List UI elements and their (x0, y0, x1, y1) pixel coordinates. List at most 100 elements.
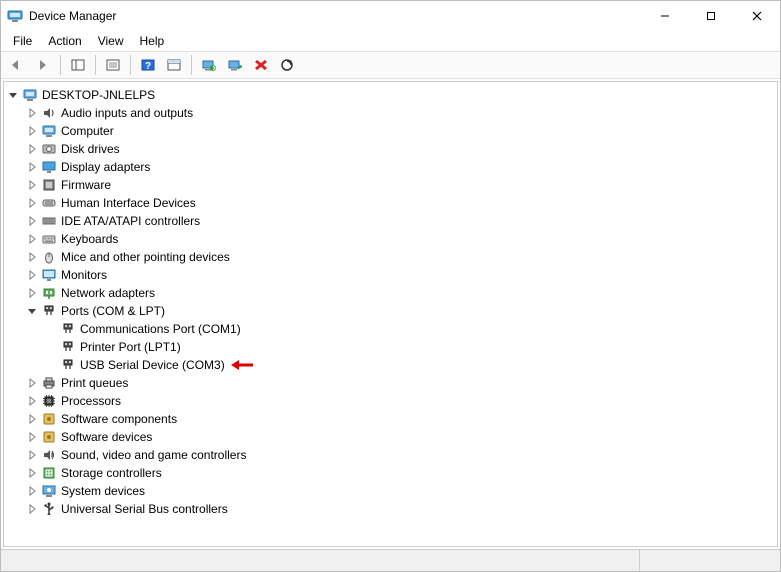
tree-item[interactable]: Ports (COM & LPT) (23, 302, 777, 320)
tree-item-label: Sound, video and game controllers (61, 448, 246, 462)
menu-action[interactable]: Action (40, 33, 89, 49)
action-bar-button[interactable] (162, 53, 186, 77)
tree-item[interactable]: Printer Port (LPT1) (42, 338, 777, 356)
firmware-icon (41, 177, 57, 193)
update-driver-button[interactable] (197, 53, 221, 77)
software-icon (41, 411, 57, 427)
software-icon (41, 429, 57, 445)
chevron-right-icon[interactable] (25, 412, 39, 426)
app-icon (7, 8, 23, 24)
svg-text:?: ? (145, 61, 151, 72)
menu-view[interactable]: View (90, 33, 132, 49)
forward-button[interactable] (31, 53, 55, 77)
tree-item[interactable]: Audio inputs and outputs (23, 104, 777, 122)
tree-item-label: Human Interface Devices (61, 196, 196, 210)
chevron-right-icon[interactable] (25, 286, 39, 300)
chevron-right-icon[interactable] (25, 160, 39, 174)
disable-device-button[interactable] (249, 53, 273, 77)
tree-item[interactable]: Firmware (23, 176, 777, 194)
chevron-right-icon[interactable] (25, 394, 39, 408)
tree-item[interactable]: Print queues (23, 374, 777, 392)
port-icon (41, 303, 57, 319)
tree-item[interactable]: Communications Port (COM1) (42, 320, 777, 338)
toolbar-separator (60, 55, 61, 75)
tree-item[interactable]: Software components (23, 410, 777, 428)
tree-item-label: Computer (61, 124, 114, 138)
display-icon (41, 159, 57, 175)
printer-icon (41, 375, 57, 391)
toolbar-separator (95, 55, 96, 75)
tree-item-label: Print queues (61, 376, 128, 390)
close-button[interactable] (734, 1, 780, 31)
tree-item[interactable]: Computer (23, 122, 777, 140)
uninstall-device-button[interactable] (223, 53, 247, 77)
tree-item[interactable]: Monitors (23, 266, 777, 284)
tree-item-label: Storage controllers (61, 466, 162, 480)
scan-hardware-button[interactable] (275, 53, 299, 77)
port-icon (60, 339, 76, 355)
chevron-right-icon[interactable] (25, 214, 39, 228)
tree-item[interactable]: Disk drives (23, 140, 777, 158)
port-icon (60, 321, 76, 337)
tree-item[interactable]: Processors (23, 392, 777, 410)
help-button[interactable]: ? (136, 53, 160, 77)
tree-item-label: Firmware (61, 178, 111, 192)
tree-item-label: Audio inputs and outputs (61, 106, 193, 120)
menubar: File Action View Help (1, 31, 780, 51)
chevron-down-icon[interactable] (25, 304, 39, 318)
keyboard-icon (41, 231, 57, 247)
cpu-icon (41, 393, 57, 409)
tree-item-label: Monitors (61, 268, 107, 282)
usb-icon (41, 501, 57, 517)
tree-item[interactable]: Mice and other pointing devices (23, 248, 777, 266)
minimize-button[interactable] (642, 1, 688, 31)
computer-icon (41, 123, 57, 139)
chevron-right-icon[interactable] (25, 466, 39, 480)
menu-help[interactable]: Help (132, 33, 173, 49)
chevron-right-icon[interactable] (25, 376, 39, 390)
tree-item-label: Printer Port (LPT1) (80, 340, 181, 354)
tree-item[interactable]: Keyboards (23, 230, 777, 248)
tree-item[interactable]: IDE ATA/ATAPI controllers (23, 212, 777, 230)
tree-item[interactable]: Software devices (23, 428, 777, 446)
chevron-right-icon[interactable] (25, 268, 39, 282)
tree-item[interactable]: Human Interface Devices (23, 194, 777, 212)
tree-item-label: Communications Port (COM1) (80, 322, 241, 336)
properties-button[interactable] (101, 53, 125, 77)
port-icon (60, 357, 76, 373)
chevron-right-icon[interactable] (25, 250, 39, 264)
show-hide-tree-button[interactable] (66, 53, 90, 77)
mouse-icon (41, 249, 57, 265)
tree-item[interactable]: Network adapters (23, 284, 777, 302)
chevron-right-icon[interactable] (25, 142, 39, 156)
hid-icon (41, 195, 57, 211)
chevron-down-icon[interactable] (6, 88, 20, 102)
chevron-right-icon[interactable] (25, 448, 39, 462)
tree-item-label: Network adapters (61, 286, 155, 300)
tree-item-label: Universal Serial Bus controllers (61, 502, 228, 516)
chevron-right-icon[interactable] (25, 484, 39, 498)
chevron-right-icon[interactable] (25, 178, 39, 192)
tree-item-label: Mice and other pointing devices (61, 250, 230, 264)
tree-item-label: Disk drives (61, 142, 120, 156)
tree-item[interactable]: USB Serial Device (COM3) (42, 356, 777, 374)
chevron-right-icon[interactable] (25, 124, 39, 138)
tree-item[interactable]: Storage controllers (23, 464, 777, 482)
disk-icon (41, 141, 57, 157)
maximize-button[interactable] (688, 1, 734, 31)
menu-file[interactable]: File (5, 33, 40, 49)
chevron-right-icon[interactable] (25, 196, 39, 210)
tree-item[interactable]: Display adapters (23, 158, 777, 176)
device-tree[interactable]: DESKTOP-JNLELPS Audio inputs and outputs C… (3, 81, 778, 547)
chevron-right-icon[interactable] (25, 430, 39, 444)
chevron-right-icon[interactable] (25, 502, 39, 516)
tree-item[interactable]: System devices (23, 482, 777, 500)
tree-item[interactable]: Universal Serial Bus controllers (23, 500, 777, 518)
back-button[interactable] (5, 53, 29, 77)
toolbar-separator (130, 55, 131, 75)
system-icon (41, 483, 57, 499)
chevron-right-icon[interactable] (25, 232, 39, 246)
chevron-right-icon[interactable] (25, 106, 39, 120)
tree-item[interactable]: Sound, video and game controllers (23, 446, 777, 464)
tree-item[interactable]: DESKTOP-JNLELPS (4, 86, 777, 104)
